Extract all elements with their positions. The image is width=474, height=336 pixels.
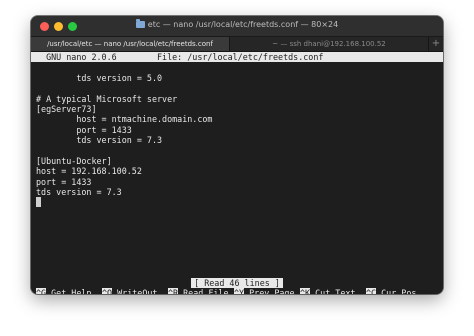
tab-nano[interactable]: /usr/local/etc — nano /usr/local/etc/fre… <box>31 37 230 51</box>
shortcut-key: ^R <box>168 288 179 294</box>
plus-icon: + <box>431 38 441 49</box>
editor-line: tds version = 5.0 <box>36 72 163 83</box>
shortcut-item[interactable]: ^K Cut Text <box>300 288 366 294</box>
shortcut-item[interactable]: ^C Cur Pos <box>366 288 432 294</box>
editor-line: port = 1433 <box>36 176 92 187</box>
nano-header: GNU nano 2.0.6 File: /usr/local/etc/free… <box>31 52 443 63</box>
editor-line: tds version = 7.3 <box>36 135 163 146</box>
shortcut-label: WriteOut <box>112 288 158 294</box>
folder-icon <box>135 19 145 28</box>
tab-nano-label: /usr/local/etc — nano /usr/local/etc/fre… <box>47 40 213 48</box>
shortcut-item[interactable]: ^R Read File <box>168 288 234 294</box>
shortcut-item[interactable]: ^G Get Help <box>36 288 102 294</box>
shortcut-item[interactable]: ^O WriteOut <box>102 288 168 294</box>
shortcut-key: ^K <box>300 288 311 294</box>
editor-text-area[interactable]: tds version = 5.0 # A typical Microsoft s… <box>36 62 443 208</box>
window-title-text: etc — nano /usr/local/etc/freetds.conf —… <box>147 20 339 29</box>
shortcut-label: Get Help <box>46 288 92 294</box>
editor-line: port = 1433 <box>36 124 132 135</box>
shortcut-label: Cur Pos <box>376 288 417 294</box>
shortcut-row-1: ^G Get Help ^O WriteOut ^R Read File ^Y Pre… <box>36 288 443 294</box>
shortcut-key: ^O <box>102 288 113 294</box>
shortcut-bar: ^G Get Help ^O WriteOut ^R Read File ^Y Pre… <box>36 288 443 294</box>
editor-line: # A typical Microsoft server <box>36 93 178 104</box>
tab-bar: /usr/local/etc — nano /usr/local/etc/fre… <box>31 37 443 52</box>
new-tab-button[interactable]: + <box>429 37 443 51</box>
shortcut-key: ^Y <box>234 288 245 294</box>
shortcut-key: ^G <box>36 288 47 294</box>
shortcut-label: Prev Page <box>244 288 295 294</box>
tab-ssh[interactable]: ~ — ssh dhani@192.168.100.52 <box>230 37 429 51</box>
text-cursor <box>36 197 41 208</box>
shortcut-key: ^C <box>366 288 377 294</box>
status-message: [ Read 46 lines ] <box>191 278 283 289</box>
terminal-window: etc — nano /usr/local/etc/freetds.conf —… <box>31 16 443 294</box>
shortcut-label: Cut Text <box>310 288 356 294</box>
editor-line: host = 192.168.100.52 <box>36 166 142 177</box>
editor-line: host = ntmachine.domain.com <box>36 114 213 125</box>
shortcut-label: Read File <box>178 288 229 294</box>
editor-line: [Ubuntu-Docker] <box>36 155 112 166</box>
window-title: etc — nano /usr/local/etc/freetds.conf —… <box>31 19 443 29</box>
shortcut-item[interactable]: ^Y Prev Page <box>234 288 300 294</box>
editor-line: [egServer73] <box>36 103 97 114</box>
title-bar[interactable]: etc — nano /usr/local/etc/freetds.conf —… <box>31 16 443 37</box>
status-line: [ Read 46 lines ] <box>31 278 443 289</box>
editor-line: tds version = 7.3 <box>36 187 122 198</box>
terminal-content[interactable]: GNU nano 2.0.6 File: /usr/local/etc/free… <box>31 52 443 294</box>
cursor-line <box>36 197 443 208</box>
tab-ssh-label: ~ — ssh dhani@192.168.100.52 <box>272 40 386 48</box>
